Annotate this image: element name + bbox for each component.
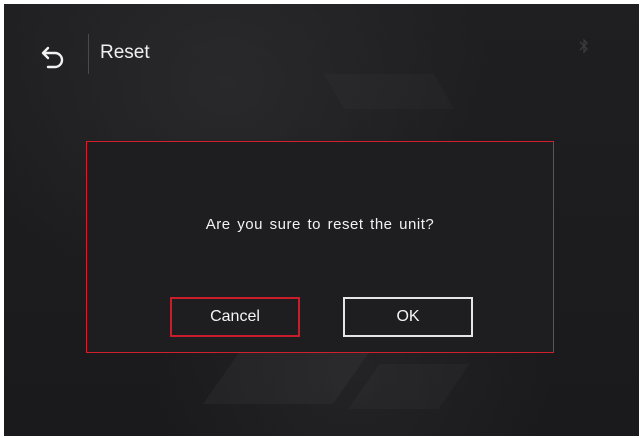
back-button[interactable]: [34, 40, 70, 76]
dialog-message: Are you sure to reset the unit?: [205, 216, 435, 233]
bluetooth-icon: [579, 38, 588, 54]
cancel-button-label: Cancel: [210, 308, 260, 325]
background-shape: [348, 364, 470, 409]
ok-button[interactable]: OK: [343, 297, 473, 337]
ok-button-label: OK: [396, 308, 420, 325]
header-bar: Reset: [4, 4, 639, 104]
screen-frame: Reset Are you sure to reset the unit? Ca…: [4, 4, 639, 436]
reset-confirm-dialog: Are you sure to reset the unit? Cancel O…: [86, 141, 554, 353]
cancel-button[interactable]: Cancel: [170, 297, 300, 337]
back-arrow-icon: [41, 46, 64, 69]
background-shape: [203, 344, 375, 404]
page-title: Reset: [100, 42, 150, 63]
header-divider: [88, 34, 89, 74]
